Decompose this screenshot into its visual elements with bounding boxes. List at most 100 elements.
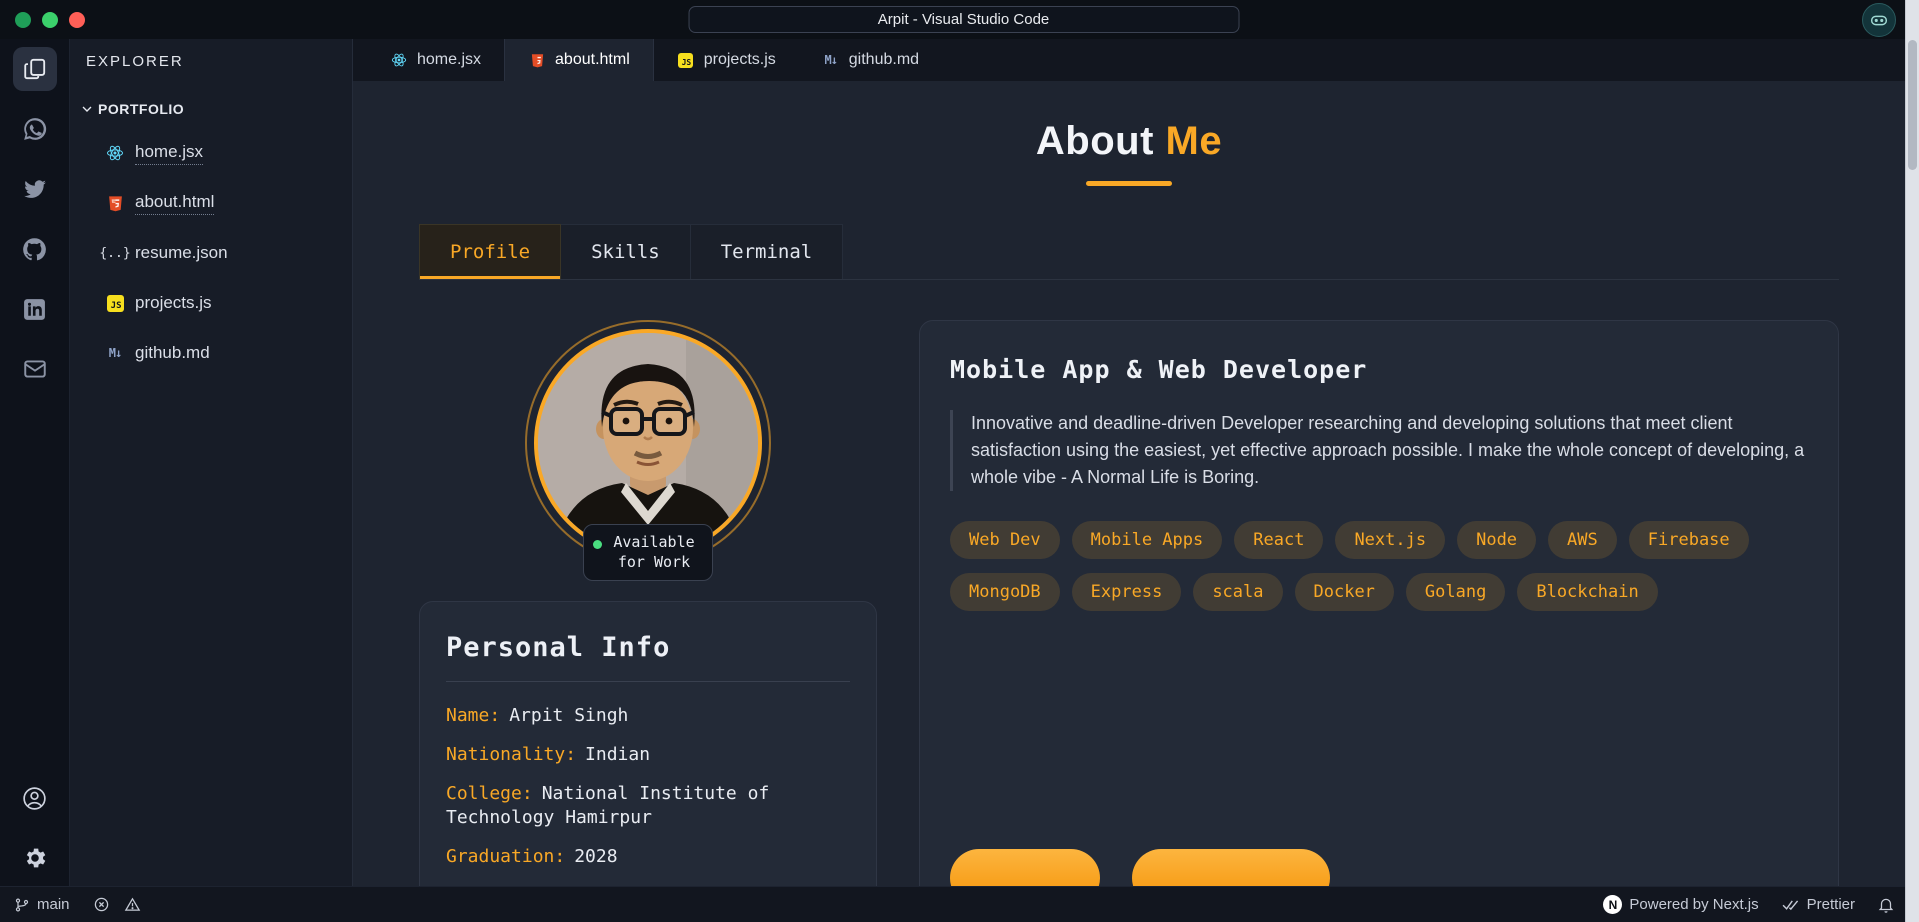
linkedin-icon[interactable]	[13, 287, 57, 331]
git-branch-indicator[interactable]: main	[14, 896, 70, 913]
tag-node[interactable]: Node	[1457, 521, 1537, 559]
field-label: Graduation:	[446, 846, 566, 868]
field-availability: Availability: Freelance, Remote, &	[446, 884, 850, 886]
tab-home-jsx[interactable]: home.jsx	[367, 39, 504, 81]
git-branch-icon	[14, 897, 30, 913]
activity-bar	[0, 39, 70, 886]
field-name: Name: Arpit Singh	[446, 704, 850, 729]
availability-line1: Available	[613, 533, 695, 551]
window-close-button[interactable]	[15, 11, 31, 28]
field-label: Availability:	[446, 885, 587, 886]
editor-area: home.jsx about.html JS projects.js M↓ gi…	[353, 39, 1905, 886]
prettier-status[interactable]: Prettier	[1781, 896, 1855, 913]
personal-info-fields: Name: Arpit Singh Nationality: Indian Coll…	[446, 704, 850, 886]
tag-web-dev[interactable]: Web Dev	[950, 521, 1060, 559]
account-icon[interactable]	[13, 776, 57, 820]
explorer-header: EXPLORER	[86, 53, 184, 70]
page-scrollbar[interactable]	[1905, 0, 1919, 922]
tag-react[interactable]: React	[1234, 521, 1324, 559]
status-dot	[593, 540, 602, 549]
scrollbar-thumb[interactable]	[1908, 40, 1917, 170]
powered-by-label: Powered by Next.js	[1629, 896, 1759, 913]
cta-button-2[interactable]	[1132, 849, 1330, 886]
tag-express[interactable]: Express	[1071, 573, 1182, 611]
warnings-icon[interactable]	[124, 896, 141, 913]
notifications-bell-icon[interactable]	[1877, 896, 1895, 914]
window-controls	[15, 11, 85, 28]
markdown-icon: M↓	[824, 53, 838, 67]
skill-tags: Web Dev Mobile Apps React Next.js Node A…	[950, 521, 1750, 611]
file-name: projects.js	[135, 293, 212, 312]
settings-gear-icon[interactable]	[13, 836, 57, 880]
sidebar-file-resume-json[interactable]: {..} resume.json	[70, 228, 352, 278]
file-name: about.html	[135, 192, 215, 215]
availability-badge: Available for Work	[583, 524, 713, 581]
explorer-files-icon[interactable]	[12, 47, 57, 91]
branch-name: main	[37, 896, 70, 913]
chevron-down-icon	[78, 100, 96, 118]
tag-nextjs[interactable]: Next.js	[1335, 521, 1446, 559]
tab-github-md[interactable]: M↓ github.md	[799, 39, 942, 81]
tab-terminal[interactable]: Terminal	[690, 224, 844, 279]
tab-profile[interactable]: Profile	[419, 224, 562, 279]
json-icon: {..}	[99, 245, 131, 261]
window-minimize-button[interactable]	[42, 11, 58, 28]
field-value: Freelance, Remote, &	[596, 885, 813, 886]
personal-info-title: Personal Info	[446, 632, 850, 682]
field-label: College:	[446, 782, 533, 804]
copilot-icon[interactable]	[1862, 3, 1896, 37]
field-value: 2028	[574, 846, 618, 868]
tag-scala[interactable]: scala	[1193, 573, 1283, 611]
prettier-label: Prettier	[1806, 896, 1855, 913]
field-value: Indian	[585, 743, 651, 765]
tab-about-html[interactable]: about.html	[504, 39, 654, 81]
markdown-icon: M↓	[108, 346, 122, 360]
availability-line2: for Work	[617, 552, 691, 571]
powered-by-next[interactable]: N Powered by Next.js	[1603, 895, 1759, 914]
developer-bio: Innovative and deadline-driven Developer…	[950, 410, 1808, 491]
activity-bar-bottom	[13, 776, 57, 886]
sidebar-file-home-jsx[interactable]: home.jsx	[70, 128, 352, 178]
explorer-sidebar: EXPLORER PORTFOLIO home.jsx about.html {…	[70, 39, 353, 886]
title-bar: Arpit - Visual Studio Code	[0, 0, 1905, 39]
window-maximize-button[interactable]	[69, 11, 85, 28]
tag-mobile-apps[interactable]: Mobile Apps	[1071, 521, 1223, 559]
sidebar-file-about-html[interactable]: about.html	[70, 178, 352, 228]
tag-mongodb[interactable]: MongoDB	[950, 573, 1060, 611]
react-icon	[390, 51, 408, 69]
sidebar-file-projects-js[interactable]: JS projects.js	[70, 278, 352, 328]
mail-icon[interactable]	[13, 347, 57, 391]
portfolio-section-toggle[interactable]: PORTFOLIO	[70, 96, 352, 122]
tab-label: about.html	[555, 51, 630, 68]
tag-golang[interactable]: Golang	[1405, 573, 1506, 611]
profile-left-column: Available for Work Personal Info Name: Ar…	[419, 320, 877, 886]
tag-docker[interactable]: Docker	[1294, 573, 1394, 611]
tab-projects-js[interactable]: JS projects.js	[654, 39, 799, 81]
github-icon[interactable]	[13, 227, 57, 271]
tag-blockchain[interactable]: Blockchain	[1517, 573, 1658, 611]
developer-card: Mobile App & Web Developer Innovative an…	[919, 320, 1839, 886]
nextjs-logo-icon: N	[1603, 895, 1623, 914]
tab-skills[interactable]: Skills	[561, 224, 691, 279]
field-nationality: Nationality: Indian	[446, 743, 850, 768]
tab-label: projects.js	[703, 51, 776, 68]
errors-icon[interactable]	[93, 896, 110, 913]
avatar	[538, 333, 758, 553]
js-icon: JS	[106, 294, 124, 312]
cta-button-1[interactable]	[950, 849, 1100, 886]
developer-title: Mobile App & Web Developer	[950, 355, 1368, 384]
field-label: Nationality:	[446, 743, 577, 765]
whatsapp-icon[interactable]	[13, 107, 57, 151]
status-bar: main N Powered by Next.js Prettier	[0, 886, 1905, 922]
cta-row	[950, 849, 1808, 886]
field-label: Name:	[446, 705, 501, 726]
page-title-main: About	[1035, 119, 1154, 163]
profile-tab-strip: Profile Skills Terminal	[419, 224, 1839, 280]
tag-firebase[interactable]: Firebase	[1628, 521, 1749, 559]
react-icon	[106, 144, 124, 162]
tab-label: home.jsx	[417, 51, 482, 68]
sidebar-file-github-md[interactable]: M↓ github.md	[70, 328, 352, 378]
twitter-icon[interactable]	[13, 167, 57, 211]
file-name: github.md	[135, 343, 210, 362]
tag-aws[interactable]: AWS	[1548, 521, 1617, 559]
